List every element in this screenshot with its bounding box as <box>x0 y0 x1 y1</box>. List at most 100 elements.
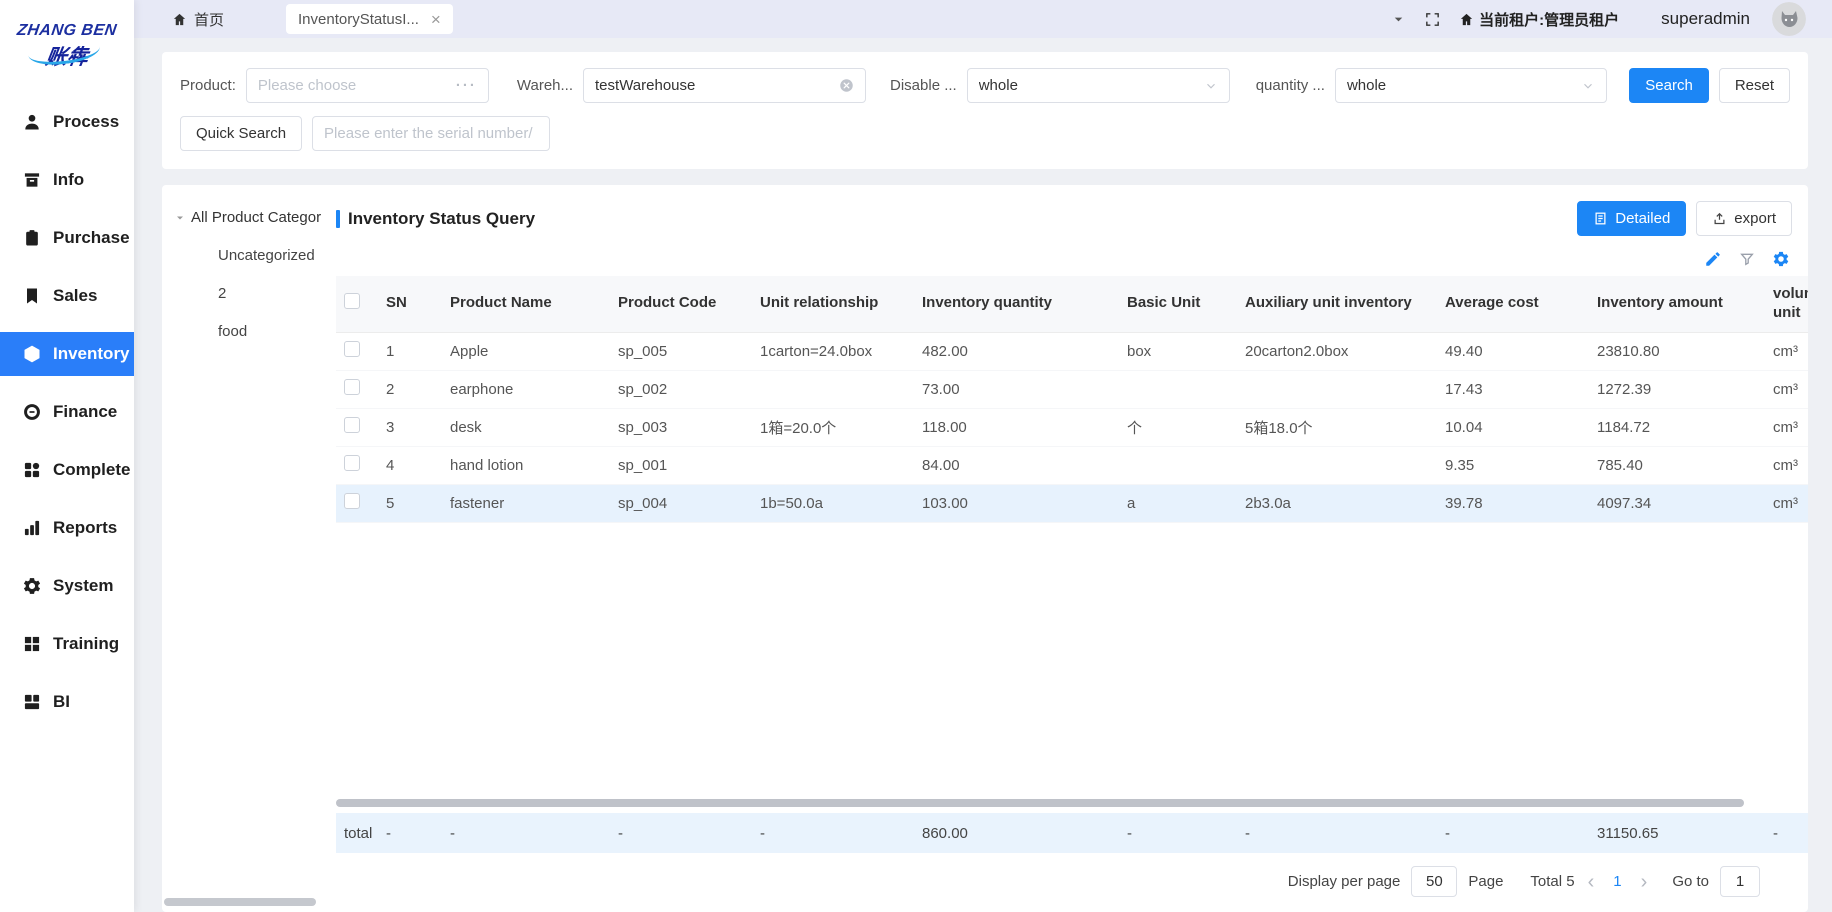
detailed-button[interactable]: Detailed <box>1577 201 1686 236</box>
product-placeholder: Please choose <box>258 77 450 94</box>
current-page-button[interactable]: 1 <box>1607 873 1627 890</box>
tab-inventory-status[interactable]: InventoryStatusI... × <box>286 4 453 34</box>
table-row[interactable]: 4hand lotionsp_00184.009.35785.40cm³ <box>336 446 1808 484</box>
table-cell: a <box>1119 484 1237 522</box>
search-button[interactable]: Search <box>1629 68 1709 103</box>
sidebar-item-sales[interactable]: Sales <box>0 274 134 318</box>
table-cell: 9.35 <box>1437 446 1589 484</box>
sidebar-item-reports[interactable]: Reports <box>0 506 134 550</box>
column-header[interactable]: Product Code <box>610 276 752 332</box>
tree-root[interactable]: All Product Categor <box>174 209 326 226</box>
quick-search-button[interactable]: Quick Search <box>180 116 302 151</box>
table-cell: hand lotion <box>442 446 610 484</box>
select-all-checkbox[interactable] <box>344 293 360 309</box>
export-button[interactable]: export <box>1696 201 1792 236</box>
quantity-select[interactable]: whole <box>1335 68 1607 103</box>
data-table-wrap: SNProduct NameProduct CodeUnit relations… <box>336 276 1808 799</box>
tab-close-icon[interactable]: × <box>431 11 441 28</box>
sidebar-item-complete[interactable]: Complete <box>0 448 134 492</box>
column-header[interactable]: SN <box>378 276 442 332</box>
table-row[interactable]: 5fastenersp_0041b=50.0a103.00a2b3.0a39.7… <box>336 484 1808 522</box>
product-label: Product: <box>180 77 236 94</box>
process-icon <box>22 112 42 132</box>
column-header[interactable]: volume unit <box>1765 276 1808 332</box>
column-header[interactable]: Inventory quantity <box>914 276 1119 332</box>
topbar-right: 当前租户:管理员租户 superadmin <box>1391 2 1806 36</box>
table-horizontal-scrollbar[interactable] <box>336 799 1788 807</box>
category-tree: All Product Categor Uncategorized 2 food <box>162 185 326 912</box>
row-checkbox[interactable] <box>344 455 360 471</box>
ellipsis-icon[interactable]: ··· <box>456 77 477 94</box>
app-logo[interactable]: ZHANG BEN 账犇 <box>0 0 134 92</box>
column-header[interactable]: Average cost <box>1437 276 1589 332</box>
table-cell: 1272.39 <box>1589 370 1765 408</box>
sidebar-item-purchase[interactable]: Purchase <box>0 216 134 260</box>
table-cell: 5箱18.0个 <box>1237 408 1437 446</box>
avatar[interactable] <box>1772 2 1806 36</box>
sidebar-item-inventory[interactable]: Inventory <box>0 332 134 376</box>
workspace: Product: Please choose ··· Wareh... test… <box>134 38 1832 912</box>
total-cell: - <box>752 813 914 853</box>
table-cell: fastener <box>442 484 610 522</box>
product-select[interactable]: Please choose ··· <box>246 68 489 103</box>
row-checkbox[interactable] <box>344 493 360 509</box>
goto-page-input[interactable] <box>1720 866 1760 897</box>
column-header[interactable]: Product Name <box>442 276 610 332</box>
home-tab[interactable]: 首页 <box>172 9 224 30</box>
sidebar-item-training[interactable]: Training <box>0 622 134 666</box>
table-row[interactable]: 2earphonesp_00273.0017.431272.39cm³ <box>336 370 1808 408</box>
detailed-button-label: Detailed <box>1615 210 1670 227</box>
sidebar-item-system[interactable]: System <box>0 564 134 608</box>
pagination: Display per page Page Total 5 ‹ 1 › Go t… <box>336 853 1808 912</box>
warehouse-select[interactable]: testWarehouse <box>583 68 866 103</box>
username[interactable]: superadmin <box>1661 9 1750 29</box>
table-cell: sp_001 <box>610 446 752 484</box>
table-body: 1Applesp_0051carton=24.0box482.00box20ca… <box>336 332 1808 522</box>
table-cell: 个 <box>1119 408 1237 446</box>
tree-item[interactable]: Uncategorized <box>218 247 326 264</box>
row-checkbox[interactable] <box>344 417 360 433</box>
prev-page-button[interactable]: ‹ <box>1586 872 1597 892</box>
scrollbar-thumb[interactable] <box>336 799 1744 807</box>
page-size-input[interactable] <box>1411 866 1457 897</box>
disable-select[interactable]: whole <box>967 68 1230 103</box>
column-header[interactable]: Auxiliary unit inventory <box>1237 276 1437 332</box>
sidebar-item-finance[interactable]: Finance <box>0 390 134 434</box>
logo-text-line2: 账犇 <box>44 41 90 71</box>
tree-list: Uncategorized 2 food <box>174 247 326 340</box>
next-page-button[interactable]: › <box>1639 872 1650 892</box>
table-cell: cm³ <box>1765 332 1808 370</box>
row-checkbox[interactable] <box>344 379 360 395</box>
tree-item[interactable]: food <box>218 323 326 340</box>
edit-pen-icon[interactable] <box>1704 250 1722 268</box>
column-header[interactable]: Unit relationship <box>752 276 914 332</box>
tree-horizontal-scrollbar[interactable] <box>164 898 316 906</box>
table-row[interactable]: 1Applesp_0051carton=24.0box482.00box20ca… <box>336 332 1808 370</box>
tenant-info: 当前租户:管理员租户 <box>1459 9 1619 30</box>
logo-text-line1: ZHANG BEN <box>16 22 118 40</box>
sidebar-item-info[interactable]: Info <box>0 158 134 202</box>
sidebar: ZHANG BEN 账犇 Process Info Purchase Sales Inv… <box>0 0 134 912</box>
tree-caret-icon[interactable] <box>174 212 186 224</box>
quick-search-input[interactable] <box>312 116 550 151</box>
reset-button[interactable]: Reset <box>1719 68 1790 103</box>
table-cell: 3 <box>378 408 442 446</box>
total-cell: - <box>1237 813 1437 853</box>
column-header[interactable]: Inventory amount <box>1589 276 1765 332</box>
table-action-buttons: Detailed export <box>1577 201 1792 236</box>
filter-funnel-icon[interactable] <box>1739 251 1755 267</box>
row-checkbox[interactable] <box>344 341 360 357</box>
clear-icon[interactable] <box>839 78 854 93</box>
table-cell <box>1119 446 1237 484</box>
display-per-page-label: Display per page <box>1288 873 1401 890</box>
column-header[interactable]: Basic Unit <box>1119 276 1237 332</box>
total-row-wrap: total----860.00---31150.65- <box>336 813 1808 853</box>
total-cell: - <box>1437 813 1589 853</box>
sidebar-item-process[interactable]: Process <box>0 100 134 144</box>
tree-item[interactable]: 2 <box>218 285 326 302</box>
tabs-dropdown-caret-icon[interactable] <box>1391 12 1406 27</box>
sidebar-item-bi[interactable]: BI <box>0 680 134 724</box>
column-settings-gear-icon[interactable] <box>1772 250 1790 268</box>
table-row[interactable]: 3desksp_0031箱=20.0个118.00个5箱18.0个10.0411… <box>336 408 1808 446</box>
fullscreen-icon[interactable] <box>1424 11 1441 28</box>
